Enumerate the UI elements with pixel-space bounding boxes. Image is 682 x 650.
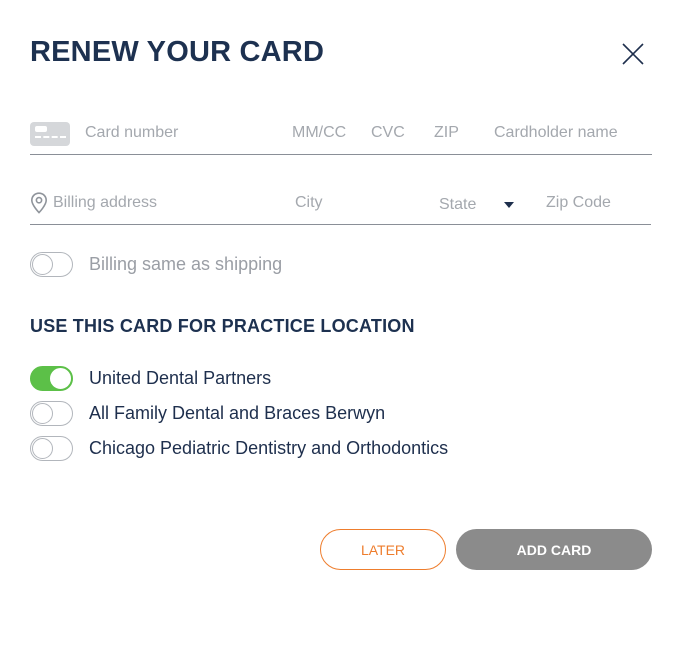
- dialog-title: RENEW YOUR CARD: [30, 36, 325, 68]
- cvc-input[interactable]: CVC: [371, 124, 405, 142]
- expiry-input[interactable]: MM/CC: [292, 124, 346, 142]
- billing-same-label: Billing same as shipping: [89, 254, 283, 274]
- toggle-knob: [50, 368, 71, 389]
- location-toggle-chicago-pediatric[interactable]: [30, 436, 73, 461]
- practice-location-title: USE THIS CARD FOR PRACTICE LOCATION: [30, 316, 415, 336]
- location-pin-icon: [30, 192, 48, 214]
- later-button[interactable]: LATER: [320, 529, 446, 570]
- location-toggle-united-dental[interactable]: [30, 366, 73, 391]
- credit-card-icon: [30, 122, 70, 146]
- add-card-button[interactable]: ADD CARD: [456, 529, 652, 570]
- billing-address-input[interactable]: Billing address: [53, 194, 157, 212]
- state-select-label: State: [439, 196, 477, 213]
- toggle-knob: [32, 403, 53, 424]
- toggle-knob: [32, 254, 53, 275]
- card-details-row: Card number MM/CC CVC ZIP Cardholder nam…: [30, 115, 652, 155]
- location-toggle-all-family-dental[interactable]: [30, 401, 73, 426]
- card-number-input[interactable]: Card number: [85, 124, 178, 142]
- city-input[interactable]: City: [295, 194, 323, 212]
- toggle-knob: [32, 438, 53, 459]
- location-label: Chicago Pediatric Dentistry and Orthodon…: [89, 438, 449, 458]
- close-icon: [622, 43, 644, 65]
- billing-address-row: Billing address City State Zip Code: [30, 185, 651, 225]
- zip-input[interactable]: ZIP: [434, 124, 459, 142]
- cardholder-name-input[interactable]: Cardholder name: [494, 124, 618, 142]
- caret-down-icon: [504, 202, 514, 208]
- location-label: All Family Dental and Braces Berwyn: [89, 403, 386, 423]
- billing-same-toggle[interactable]: [30, 252, 73, 277]
- zip-code-input[interactable]: Zip Code: [546, 194, 611, 212]
- close-button[interactable]: [619, 40, 647, 68]
- location-label: United Dental Partners: [89, 368, 272, 388]
